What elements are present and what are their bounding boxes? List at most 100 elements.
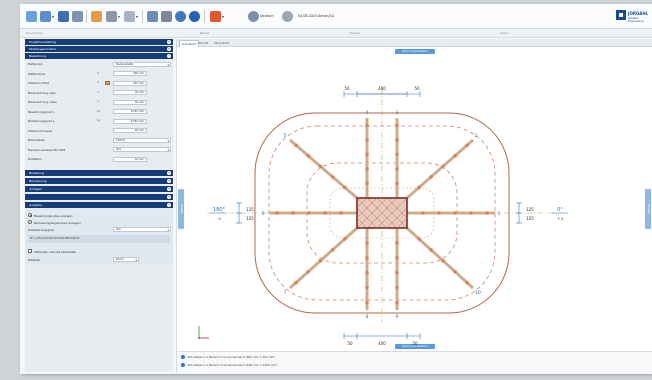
user-icon[interactable] [282,11,293,22]
detail-level-select[interactable]: Voll [113,227,171,233]
rail-number-label: 10 [475,290,481,296]
component-field[interactable]: Bauteil [200,32,209,35]
section-header-reinforcement[interactable]: Bewehrung − [25,53,173,59]
radio-show-results[interactable] [28,220,32,224]
section-header-project[interactable]: Projektverwaltung + [25,39,173,45]
expand-icon[interactable]: + [167,187,171,191]
tab-section[interactable]: Schnitt [196,40,210,47]
stud-head [365,270,369,275]
manual-edit-checkbox[interactable] [28,249,32,253]
property-label: Bewehrungsgrad x [28,109,55,114]
stud-head [441,164,445,169]
punching-shear-drawing[interactable]: 12345678 910 50 400 50 50 400 50 125 125… [177,48,652,351]
rail-number-label: 6 [262,211,265,217]
section-header-output[interactable]: Ausgabe − [25,202,173,208]
properties-panel: Projektverwaltung + Stützengeometrie + Bew… [25,39,173,372]
refresh-icon[interactable] [175,11,186,22]
document-icon[interactable] [91,11,102,22]
warning-icon[interactable] [210,11,221,22]
top-dim-left: 50 [344,86,350,91]
legend-text: Bei Abstand in Bereich C ist ausreichend… [188,355,276,359]
expand-icon[interactable]: + [167,171,171,175]
property-row: Betondeckung oben cₒ 30 mm [25,90,173,97]
stud-head [395,167,399,171]
coordinate-axes-icon [198,326,209,339]
property-value-input[interactable]: 16 mm [113,156,147,162]
toolbar: ▾ ▾ ▾ ▾ Deutsch 04.08.2023 Anhan/CA JORD… [20,4,652,29]
stud-head [318,258,323,263]
stud-head [306,154,311,158]
stud-head [417,185,421,190]
bottom-dim-center: 400 [378,341,386,346]
print-dropdown-icon[interactable]: ▾ [118,15,121,19]
page-icon[interactable] [124,11,135,22]
tools-icon[interactable] [161,11,172,22]
rail-number-label: 4 [366,110,369,116]
property-value-input[interactable]: 0,555 mm [113,118,147,124]
info-icon[interactable] [189,11,200,22]
collapse-icon[interactable]: − [167,203,171,207]
home-icon[interactable] [26,11,37,22]
property-value-input[interactable]: 30 mm [113,90,147,95]
logo-name: JORDAHL [628,11,649,16]
property-select[interactable]: C30/37 [113,137,171,143]
open-dropdown-icon[interactable]: ▾ [52,15,55,19]
info-dot-icon [181,355,185,359]
property-select[interactable]: XC1 [113,147,171,153]
product-id-box: ID = J25-A70-D16-TYP-230-F88-F20-Y5 [28,235,170,243]
warning-dropdown-icon[interactable]: ▾ [222,15,225,19]
stud-rail-core [406,227,474,289]
scale-label: Maßstab [28,257,40,262]
language-icon[interactable] [248,11,259,22]
property-symbol: h [97,71,99,75]
stud-head [395,138,399,142]
section-title: Ausgabe [29,203,43,207]
property-value-input[interactable]: 20 mm [113,128,147,133]
left-dim-bottom: 125 [246,216,254,221]
section-title: Bemessung [29,179,47,183]
section-header-templates[interactable]: Vorlagen + [25,186,173,192]
property-value-input[interactable]: 255 mm [113,80,147,86]
warning-marker-icon [105,81,110,85]
position-field[interactable]: Position [350,32,360,35]
copy-icon[interactable] [72,11,83,22]
date-field[interactable]: Datum [500,32,509,35]
open-icon[interactable] [40,11,51,22]
stud-head [343,237,347,241]
print-icon[interactable] [106,11,117,22]
property-value-input[interactable]: 300 mm [113,71,147,76]
project-info-strip: Bauvorhaben Bauteil Position Datum [20,30,652,38]
stud-head [453,211,457,215]
expand-icon[interactable]: + [167,179,171,183]
property-row: Statische Höhe d 255 mm [25,80,173,87]
radio-show-nets[interactable] [28,213,32,217]
language-label[interactable]: Deutsch [260,14,274,18]
property-value-input[interactable]: 30 mm [113,99,147,105]
section-header-design[interactable]: Bemessung + [25,178,173,184]
tab-3d-view[interactable]: 3D-Ansicht [212,40,231,47]
section-title: Stützengeometrie [29,47,56,51]
expand-icon[interactable]: + [167,47,171,51]
top-dim-center: 400 [378,86,386,91]
application-window: ▾ ▾ ▾ ▾ Deutsch 04.08.2023 Anhan/CA JORD… [20,4,652,374]
stud-head [429,175,433,179]
save-icon[interactable] [58,11,69,22]
expand-icon[interactable]: + [167,195,171,199]
property-label: Betonklasse [28,138,45,142]
expand-icon[interactable]: + [167,40,171,44]
section-header-load[interactable]: Belastung + [25,170,173,176]
property-symbol: d [97,81,99,84]
property-row: Plattendicke h 300 mm [25,71,173,78]
section-header-output-sub[interactable]: Deutsch+ [25,194,173,200]
section-header-geometry[interactable]: Stützengeometrie + [25,46,173,52]
property-value-input[interactable]: 0,555 mm [113,109,147,114]
page-dropdown-icon[interactable]: ▾ [136,15,139,19]
scale-select[interactable]: Zoom [113,256,139,262]
property-select[interactable]: Deckenplatte [113,61,171,67]
stud-head [294,280,298,285]
project-field[interactable]: Bauvorhaben [26,32,43,35]
stud-head [453,154,457,158]
calculator-icon[interactable] [147,11,158,22]
rail-number-label: 5 [284,133,287,139]
collapse-icon[interactable]: − [167,54,171,58]
